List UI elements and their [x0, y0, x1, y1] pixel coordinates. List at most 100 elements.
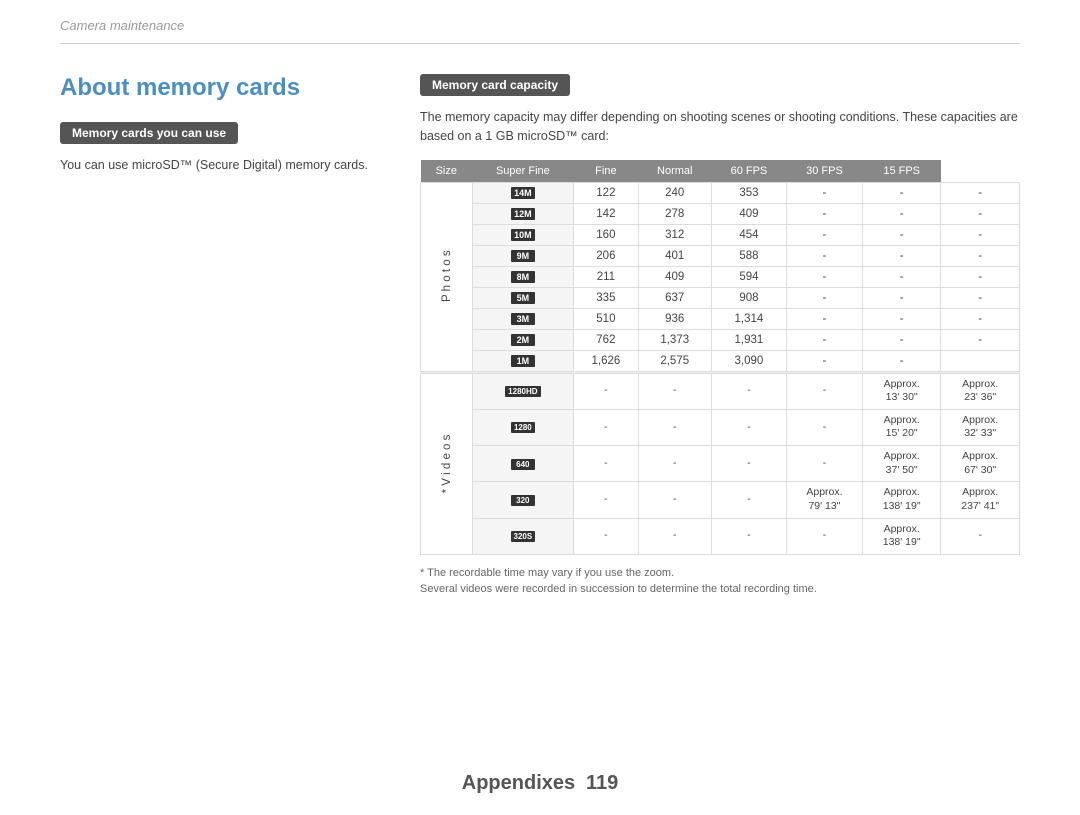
footnote-line2: Several videos were recorded in successi… [420, 581, 1020, 598]
table-row: 10M160312454--- [421, 224, 1020, 245]
table-cell: - [941, 224, 1020, 245]
table-cell: - [862, 350, 941, 371]
page: Camera maintenance About memory cards Me… [0, 0, 1080, 815]
col-header-60fps: 60 FPS [711, 160, 786, 183]
col-header-fine: Fine [574, 160, 638, 183]
table-cell: 142 [574, 203, 638, 224]
table-cell: 401 [638, 245, 711, 266]
col-header-15fps: 15 FPS [862, 160, 941, 183]
table-cell: - [638, 518, 711, 554]
size-icon: 3M [472, 308, 574, 329]
table-cell: - [862, 224, 941, 245]
table-cell: Approx. 13' 30" [862, 373, 941, 409]
size-icon: 1280HD [472, 373, 574, 409]
table-cell: - [787, 182, 863, 203]
table-row: 640----Approx. 37' 50"Approx. 67' 30" [421, 446, 1020, 482]
table-row: 3M5109361,314--- [421, 308, 1020, 329]
table-cell: 1,931 [711, 329, 786, 350]
size-icon: 12M [472, 203, 574, 224]
table-cell: - [862, 329, 941, 350]
page-title: About memory cards [60, 74, 380, 102]
table-cell: 908 [711, 287, 786, 308]
table-row: * V i d e o s1280HD----Approx. 13' 30"Ap… [421, 373, 1020, 409]
table-cell: - [862, 203, 941, 224]
right-column: Memory card capacity The memory capacity… [420, 74, 1020, 598]
table-cell: - [862, 245, 941, 266]
table-cell: 1,626 [574, 350, 638, 371]
table-cell: Approx. 15' 20" [862, 409, 941, 445]
table-cell: 1,314 [711, 308, 786, 329]
table-cell: 160 [574, 224, 638, 245]
size-icon: 320S [472, 518, 574, 554]
size-icon: 640 [472, 446, 574, 482]
table-cell: - [941, 329, 1020, 350]
table-cell: Approx. 237' 41" [941, 482, 1020, 518]
table-cell: - [941, 518, 1020, 554]
table-cell: Approx. 32' 33" [941, 409, 1020, 445]
table-cell: - [787, 266, 863, 287]
table-row: 1280----Approx. 15' 20"Approx. 32' 33" [421, 409, 1020, 445]
table-cell: 122 [574, 182, 638, 203]
table-cell: Approx. 138' 19" [862, 518, 941, 554]
table-cell: 240 [638, 182, 711, 203]
table-row: 2M7621,3731,931--- [421, 329, 1020, 350]
table-cell: - [574, 409, 638, 445]
table-cell: - [862, 266, 941, 287]
content-area: About memory cards Memory cards you can … [60, 74, 1020, 598]
col-header-normal: Normal [638, 160, 711, 183]
table-cell: 353 [711, 182, 786, 203]
table-row: 1M1,6262,5753,090-- [421, 350, 1020, 371]
table-cell: 3,090 [711, 350, 786, 371]
table-cell: - [787, 245, 863, 266]
page-number: 119 [586, 772, 618, 794]
table-cell: - [711, 482, 786, 518]
memory-cards-text: You can use microSD™ (Secure Digital) me… [60, 156, 380, 175]
capacity-table: Size Super Fine Fine Normal 60 FPS 30 FP… [420, 160, 1020, 555]
col-header-size: Size [421, 160, 473, 183]
table-cell: - [941, 266, 1020, 287]
table-cell: 409 [711, 203, 786, 224]
table-cell: - [638, 482, 711, 518]
table-cell: - [941, 287, 1020, 308]
table-cell: - [574, 373, 638, 409]
table-cell: - [941, 245, 1020, 266]
table-cell: - [941, 308, 1020, 329]
photos-label: P h o t o s [421, 182, 473, 371]
table-cell: - [638, 373, 711, 409]
table-cell: - [787, 329, 863, 350]
table-cell: - [711, 518, 786, 554]
table-cell: 335 [574, 287, 638, 308]
table-cell: 637 [638, 287, 711, 308]
size-icon: 8M [472, 266, 574, 287]
table-cell: - [711, 446, 786, 482]
table-cell: 594 [711, 266, 786, 287]
table-cell: Approx. 23' 36" [941, 373, 1020, 409]
size-icon: 320 [472, 482, 574, 518]
table-row: 320S----Approx. 138' 19"- [421, 518, 1020, 554]
table-cell: - [862, 287, 941, 308]
size-icon: 1M [472, 350, 574, 371]
size-icon: 2M [472, 329, 574, 350]
table-cell: 312 [638, 224, 711, 245]
table-cell: 762 [574, 329, 638, 350]
table-cell: Approx. 37' 50" [862, 446, 941, 482]
table-cell: - [787, 287, 863, 308]
table-cell: 510 [574, 308, 638, 329]
table-cell: - [787, 518, 863, 554]
table-cell: 206 [574, 245, 638, 266]
table-cell: Approx. 67' 30" [941, 446, 1020, 482]
col-header-30fps: 30 FPS [787, 160, 863, 183]
table-row: 8M211409594--- [421, 266, 1020, 287]
size-icon: 1280 [472, 409, 574, 445]
table-row: P h o t o s14M122240353--- [421, 182, 1020, 203]
size-icon: 10M [472, 224, 574, 245]
table-cell: 588 [711, 245, 786, 266]
table-cell: Approx. 138' 19" [862, 482, 941, 518]
table-cell: Approx. 79' 13" [787, 482, 863, 518]
table-row: 9M206401588--- [421, 245, 1020, 266]
size-icon: 5M [472, 287, 574, 308]
table-cell: - [574, 446, 638, 482]
footnote-line1: * The recordable time may vary if you us… [420, 565, 1020, 582]
capacity-badge: Memory card capacity [420, 74, 570, 96]
table-cell: 409 [638, 266, 711, 287]
